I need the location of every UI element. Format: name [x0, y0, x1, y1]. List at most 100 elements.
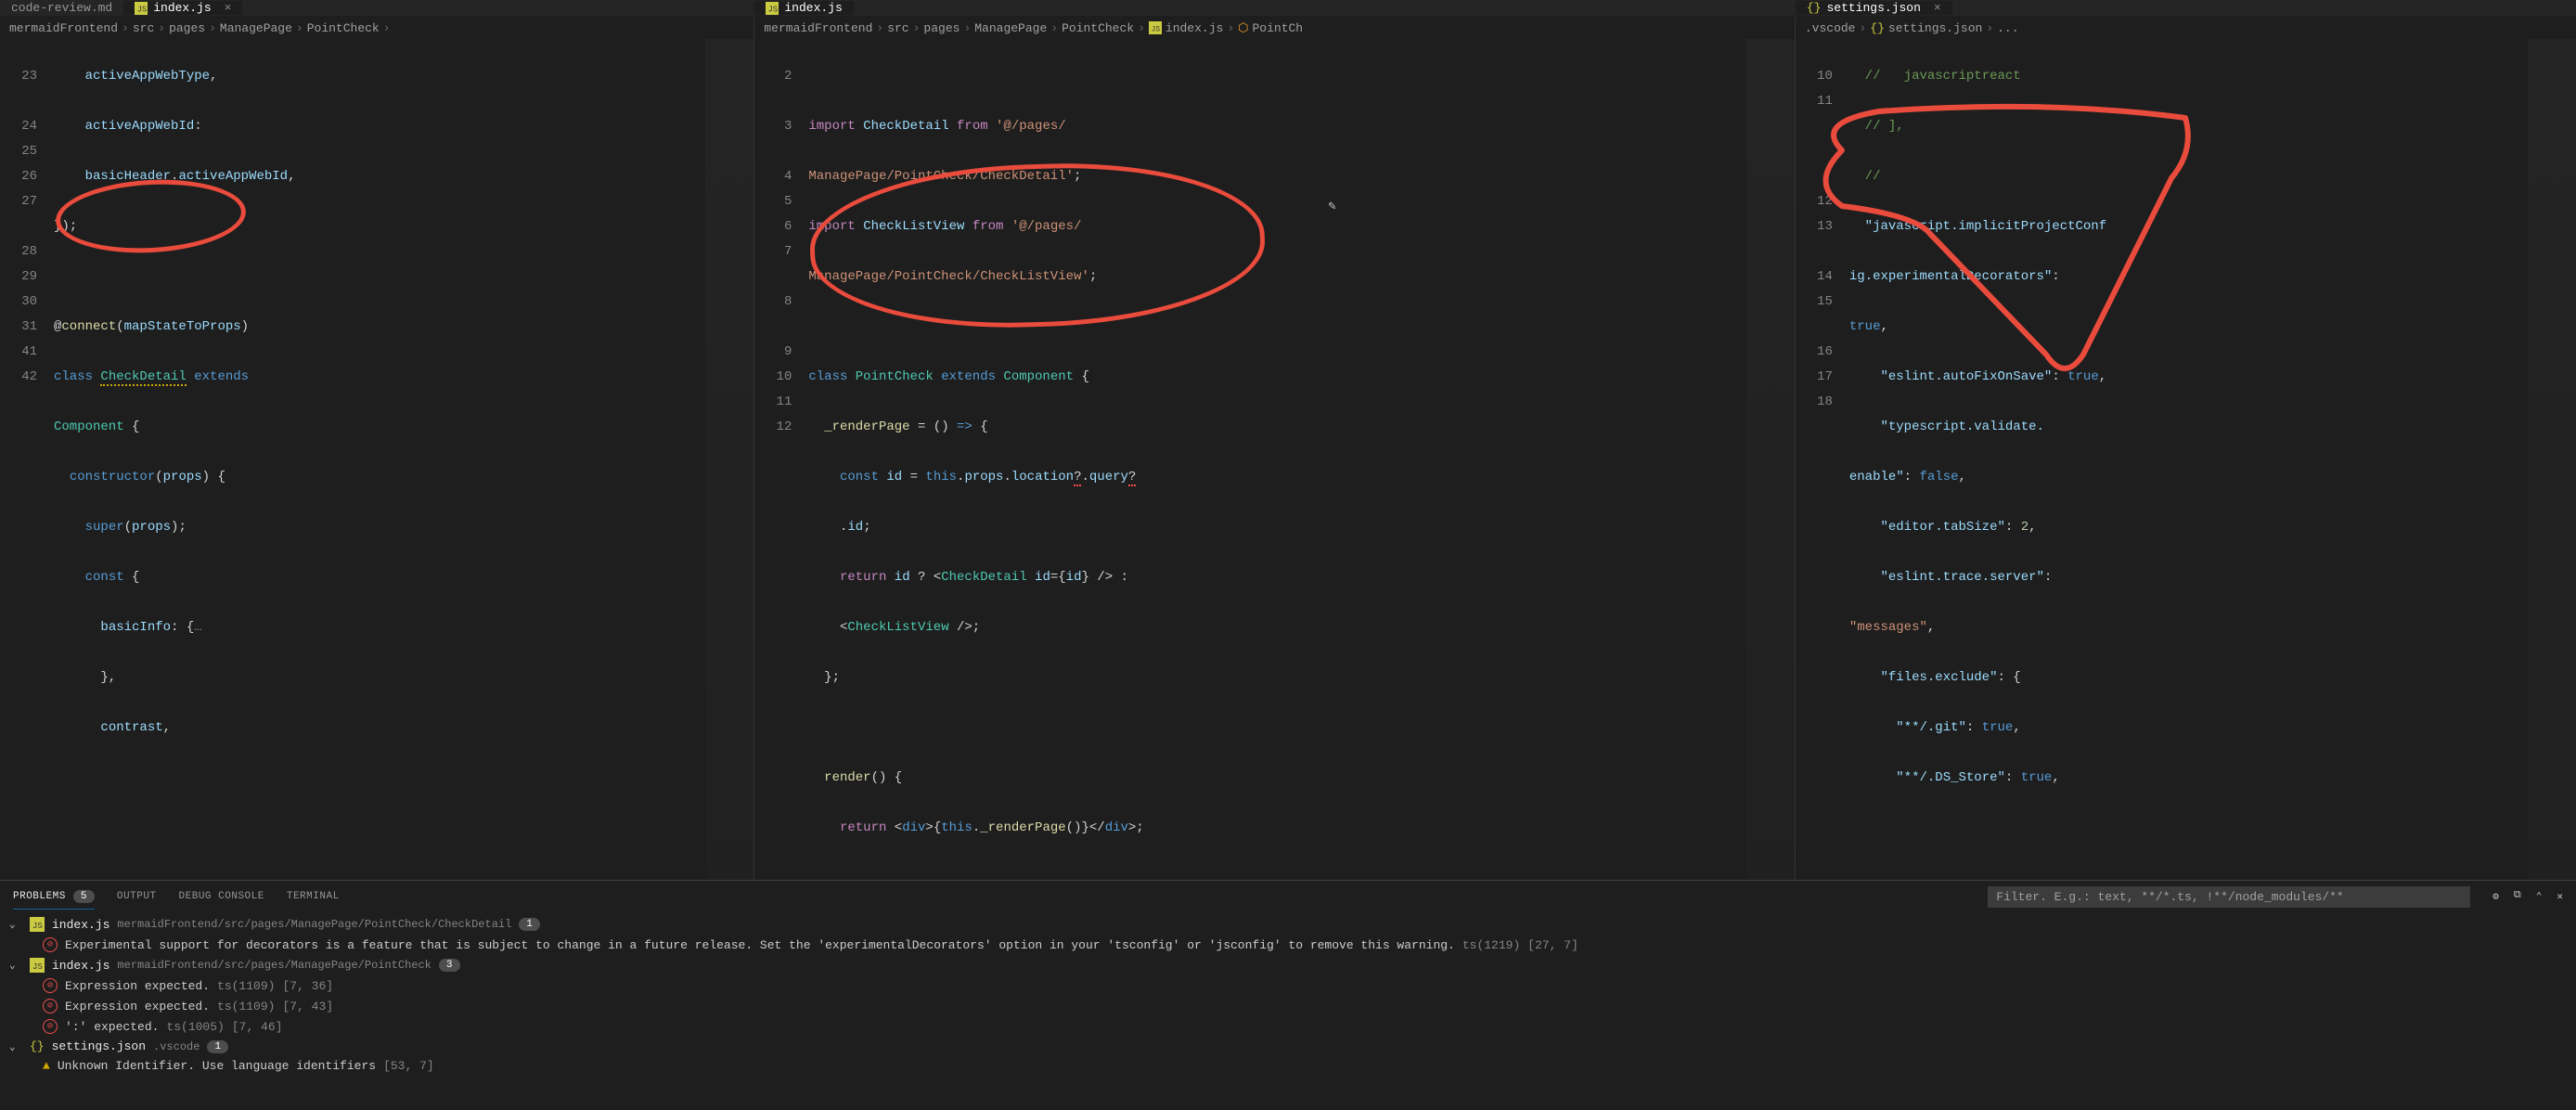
problem-item[interactable]: ⊘Experimental support for decorators is … — [0, 935, 2576, 955]
js-icon: JS — [766, 2, 779, 15]
crumb[interactable]: pages — [169, 21, 205, 35]
crumb[interactable]: src — [133, 21, 154, 35]
problem-message: ':' expected. — [65, 1020, 159, 1034]
problems-list[interactable]: ⌄ JS index.js mermaidFrontend/src/pages/Man… — [0, 912, 2576, 1110]
code-area-2[interactable]: ✎ 2 3 4 5 6 7 8 9 10 11 12 import CheckD… — [754, 39, 1795, 880]
close-icon[interactable]: ✕ — [2557, 890, 2563, 903]
problem-position: [7, 43] — [282, 1000, 333, 1013]
crumb[interactable]: ManagePage — [220, 21, 292, 35]
line-number — [0, 89, 37, 114]
tab-settings-json[interactable]: {} settings.json × — [1796, 1, 1952, 15]
breadcrumbs-2[interactable]: mermaidFrontend› src› pages› ManagePage›… — [754, 17, 1795, 39]
more-icon[interactable]: ⋯ — [2561, 0, 2569, 4]
error-icon: ⊘ — [43, 1019, 58, 1034]
chevron-down-icon[interactable]: ⌄ — [9, 918, 22, 931]
close-icon[interactable]: × — [1934, 1, 1941, 15]
file-name: index.js — [52, 959, 109, 973]
chevron-down-icon[interactable]: ⌄ — [9, 959, 22, 972]
line-number: 28 — [0, 239, 37, 265]
line-number: 9 — [754, 340, 792, 365]
close-icon[interactable]: × — [225, 1, 232, 15]
split-icon[interactable]: ◫ — [2542, 0, 2549, 4]
code-area-3[interactable]: 10 11 12 13 14 15 16 17 18 // javascript… — [1796, 39, 2576, 880]
tab-label: code-review.md — [11, 1, 112, 15]
crumb[interactable]: ManagePage — [974, 21, 1047, 35]
crumb[interactable]: .vscode — [1805, 21, 1856, 35]
line-number: 6 — [754, 214, 792, 239]
line-number: 24 — [0, 114, 37, 139]
json-icon: {} — [1870, 21, 1885, 35]
line-number — [1796, 239, 1833, 265]
tab-index-js-2[interactable]: JS index.js — [754, 1, 853, 15]
problem-message: Expression expected. — [65, 979, 210, 993]
chevron-up-icon[interactable]: ⌃ — [2536, 890, 2543, 903]
problem-source: ts(1219) — [1462, 938, 1520, 952]
crumb[interactable]: mermaidFrontend — [9, 21, 118, 35]
problem-group[interactable]: ⌄JSindex.jsmermaidFrontend/src/pages/Man… — [0, 914, 2576, 935]
problem-group[interactable]: ⌄ JS index.js mermaidFrontend/src/pages/Man… — [0, 955, 2576, 975]
tab-label: PROBLEMS — [13, 891, 66, 902]
minimap[interactable] — [705, 39, 753, 880]
minimap[interactable] — [2528, 39, 2576, 880]
crumb[interactable]: PointCheck — [1062, 21, 1134, 35]
line-number — [0, 214, 37, 239]
chevron-down-icon[interactable]: ⌄ — [9, 1040, 22, 1053]
line-number: 30 — [0, 290, 37, 315]
line-number — [754, 139, 792, 164]
minimap[interactable] — [1746, 39, 1795, 880]
line-number — [754, 39, 792, 64]
tab-label: index.js — [153, 1, 211, 15]
crumb[interactable]: settings.json — [1888, 21, 1982, 35]
tab-problems[interactable]: PROBLEMS 5 — [13, 890, 95, 910]
line-number: 11 — [754, 390, 792, 415]
crumb[interactable]: src — [887, 21, 908, 35]
problem-item[interactable]: ⊘Expression expected. ts(1109) [7, 43] — [0, 996, 2576, 1016]
breadcrumbs-3[interactable]: .vscode› {} settings.json› ... — [1796, 17, 2576, 39]
line-number: 31 — [0, 315, 37, 340]
tab-output[interactable]: OUTPUT — [117, 891, 157, 902]
js-icon: JS — [30, 958, 45, 973]
filter-settings-icon[interactable]: ⚙ — [2492, 890, 2499, 903]
crumb[interactable]: ... — [1997, 21, 2018, 35]
line-number: 11 — [1796, 89, 1833, 114]
tab-debug-console[interactable]: DEBUG CONSOLE — [179, 891, 264, 902]
problem-item[interactable]: ⊘Expression expected. ts(1109) [7, 36] — [0, 975, 2576, 996]
line-number: 25 — [0, 139, 37, 164]
crumb[interactable]: mermaidFrontend — [764, 21, 872, 35]
tab-index-js-1[interactable]: JS index.js × — [123, 1, 242, 15]
problem-source: ts(1109) — [217, 1000, 275, 1013]
svg-text:JS: JS — [137, 5, 148, 14]
file-path: mermaidFrontend/src/pages/ManagePage/Poi… — [117, 959, 431, 972]
crumb[interactable]: index.js — [1166, 21, 1223, 35]
problem-group[interactable]: ⌄{}settings.json.vscode1 — [0, 1037, 2576, 1056]
panel-action-icons: ⚙ ⧉ ⌃ ✕ — [2492, 890, 2563, 903]
line-number — [1796, 139, 1833, 164]
file-path: mermaidFrontend/src/pages/ManagePage/Poi… — [117, 918, 511, 931]
line-number — [754, 265, 792, 290]
problem-item[interactable]: ⊘':' expected. ts(1005) [7, 46] — [0, 1016, 2576, 1037]
line-number — [0, 39, 37, 64]
collapse-all-icon[interactable]: ⧉ — [2514, 890, 2521, 903]
diff-icon[interactable]: ⇆ — [2523, 0, 2531, 4]
pencil-icon[interactable]: ✎ — [1328, 199, 1335, 214]
file-name: index.js — [52, 918, 109, 932]
code-content[interactable]: // javascriptreact // ], // "javascript.… — [1849, 39, 2528, 880]
crumb[interactable]: pages — [923, 21, 960, 35]
filter-input[interactable] — [1988, 886, 2470, 908]
svg-text:JS: JS — [768, 5, 779, 14]
tab-terminal[interactable]: TERMINAL — [287, 891, 340, 902]
problem-source: ts(1005) — [166, 1020, 224, 1034]
breadcrumbs-1[interactable]: mermaidFrontend› src› pages› ManagePage›… — [0, 17, 753, 39]
code-content[interactable]: import CheckDetail from '@/pages/ Manage… — [808, 39, 1746, 880]
warning-icon: ▲ — [43, 1059, 50, 1073]
code-area-1[interactable]: 23 24 25 26 27 28 29 30 31 41 42 activeA… — [0, 39, 753, 880]
js-icon: JS — [1149, 21, 1162, 34]
tab-code-review[interactable]: code-review.md — [0, 1, 123, 15]
problem-item[interactable]: ▲Unknown Identifier. Use language identi… — [0, 1056, 2576, 1076]
crumb[interactable]: PointCh — [1253, 21, 1304, 35]
tabs-row: code-review.md JS index.js × JS index.js… — [0, 0, 2576, 17]
line-number: 17 — [1796, 365, 1833, 390]
line-number — [754, 315, 792, 340]
code-content[interactable]: activeAppWebType, activeAppWebId: basicH… — [54, 39, 705, 880]
crumb[interactable]: PointCheck — [307, 21, 380, 35]
